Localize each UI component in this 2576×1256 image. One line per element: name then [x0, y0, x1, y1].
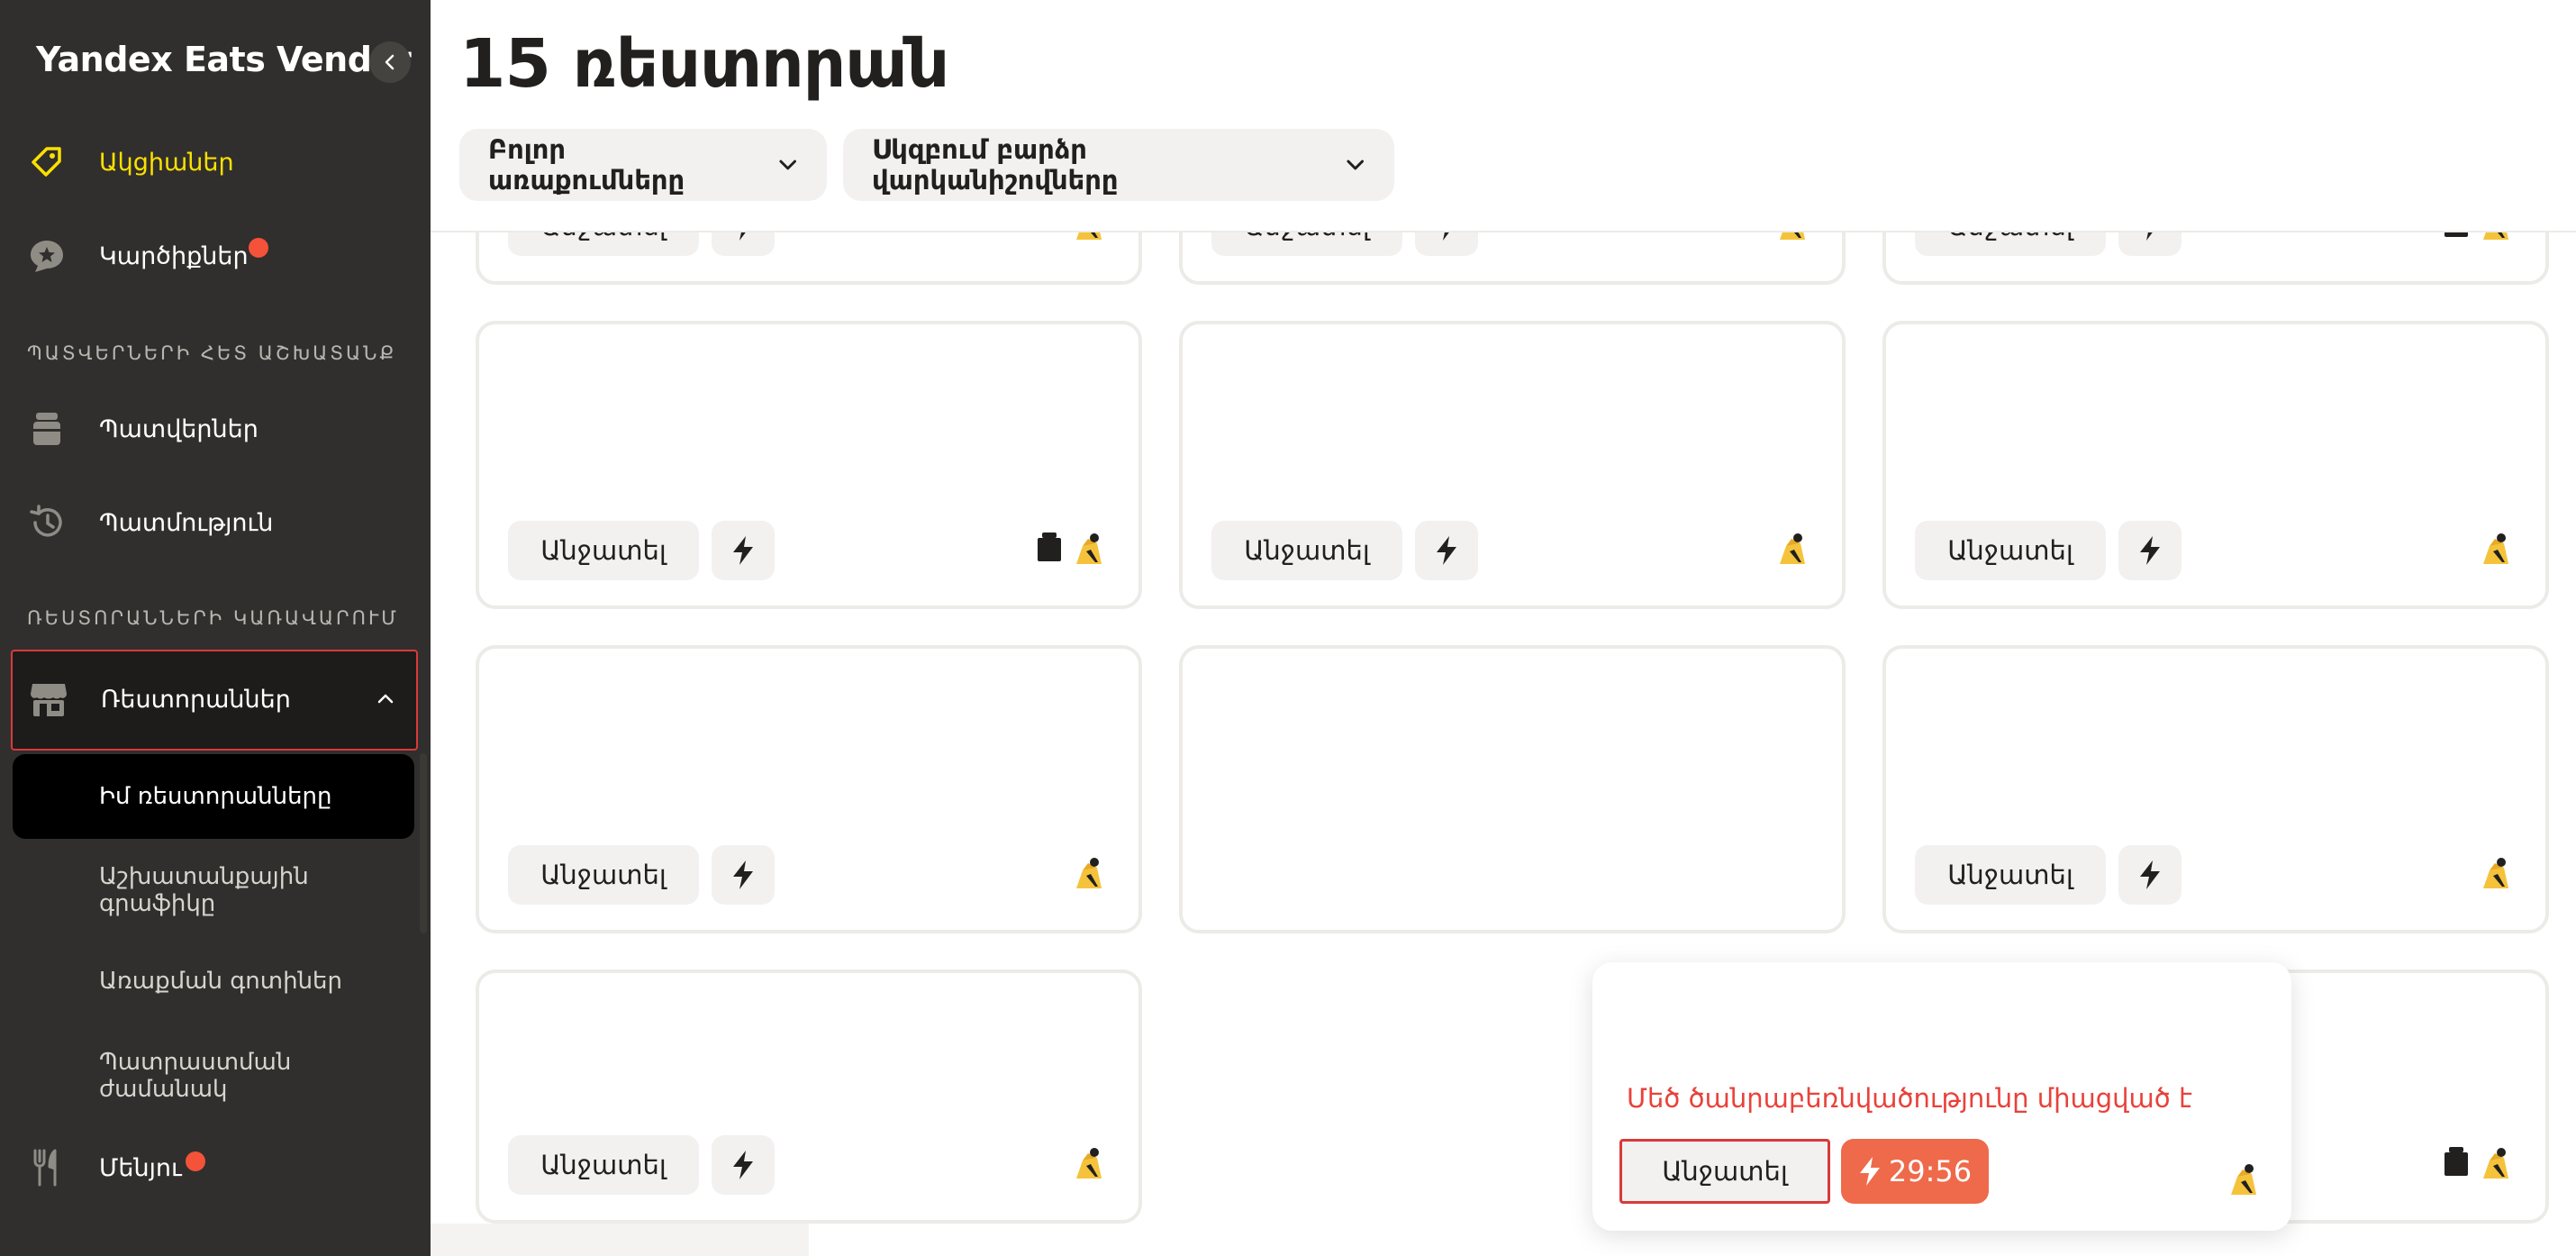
dropdown-label: Բոլոր առաքումները	[488, 134, 685, 196]
bag-icon	[2444, 1147, 2468, 1179]
chevron-down-icon	[779, 159, 796, 170]
restaurant-card[interactable]: Անջատել	[1179, 321, 1846, 609]
restaurant-card[interactable]	[1179, 645, 1846, 933]
sidebar-item-label: Պատմություն	[99, 508, 274, 537]
courier-icon	[2481, 532, 2513, 569]
high-load-button[interactable]	[712, 1135, 775, 1195]
bolt-icon	[2140, 860, 2160, 889]
sidebar-item-reviews[interactable]: Կարծիքներ	[0, 220, 431, 292]
collapse-sidebar-button[interactable]	[369, 41, 411, 83]
pause-button[interactable]: Անջատել	[1211, 521, 1402, 580]
delivery-filter-dropdown[interactable]: Բոլոր առաքումները	[459, 129, 827, 201]
courier-icon	[2228, 1162, 2261, 1200]
bolt-icon	[733, 860, 753, 889]
chevron-down-icon	[1346, 159, 1364, 170]
pause-button[interactable]: Անջատել	[508, 1135, 699, 1195]
high-load-button[interactable]	[2118, 521, 2181, 580]
dropdown-label: Սկզբում բարձր վարկանիշովները	[872, 134, 1119, 196]
clock-history-icon	[27, 505, 67, 541]
notification-dot	[249, 238, 268, 258]
pause-button[interactable]: Անջատել	[508, 845, 699, 905]
sidebar-item-label: Մենյու	[99, 1153, 182, 1182]
pause-button[interactable]: Անջատել	[508, 521, 699, 580]
bag-icon	[1038, 532, 1061, 565]
sidebar-item-menu[interactable]: Մենյու	[0, 1132, 431, 1204]
bolt-icon	[733, 536, 753, 565]
bolt-icon	[1437, 536, 1456, 565]
bolt-icon	[1859, 1157, 1880, 1186]
sidebar-subitem-prep-time[interactable]: Պատրաստման ժամանակ	[99, 1049, 396, 1103]
star-bubble-icon	[27, 238, 67, 274]
bottom-strip	[431, 1224, 809, 1256]
main-content: 15 ռեստորան Բոլոր առաքումները Սկզբում բա…	[431, 0, 2576, 1256]
restaurant-card-high-load[interactable]: Մեծ ծանրաբեռնվածությունը միացված է Անջատ…	[1592, 962, 2291, 1231]
notification-dot	[186, 1151, 205, 1171]
sidebar-scrollbar[interactable]	[420, 753, 427, 933]
sidebar-item-label: Պատվերներ	[99, 414, 259, 443]
page-title: 15 ռեստորան	[459, 25, 949, 103]
store-icon	[29, 680, 68, 722]
sidebar-item-orders[interactable]: Պատվերներ	[0, 393, 431, 465]
sidebar-item-label: Ակցիաներ	[99, 148, 234, 177]
pause-button[interactable]: Անջատել	[1619, 1139, 1830, 1204]
courier-icon	[1074, 856, 1106, 894]
sidebar: Yandex Eats Vendor Ակցիաներ Կարծիքներ ՊԱ…	[0, 0, 431, 1256]
chevron-up-icon	[376, 691, 395, 708]
bolt-icon	[733, 1151, 753, 1179]
restaurant-card[interactable]: Անջատել	[1882, 645, 2549, 933]
high-load-button[interactable]	[1415, 521, 1478, 580]
bag-icon	[27, 411, 67, 447]
tag-icon	[27, 144, 67, 180]
sidebar-subitem-schedule[interactable]: Աշխատանքային գրաֆիկը	[99, 863, 396, 917]
restaurant-card[interactable]: Անջատել	[476, 969, 1142, 1224]
high-load-warning: Մեծ ծանրաբեռնվածությունը միացված է	[1627, 1083, 2192, 1114]
sidebar-item-label: Իմ ռեստորանները	[99, 783, 332, 810]
courier-icon	[1074, 532, 1106, 569]
pause-button[interactable]: Անջատել	[1915, 845, 2106, 905]
restaurant-card[interactable]: Անջատել	[476, 321, 1142, 609]
sidebar-item-restaurants[interactable]: Ռեստորաններ	[11, 650, 418, 751]
section-label-restaurants: ՌԵՍՏՈՐԱՆՆԵՐԻ ԿԱՌԱՎԱՐՈՒՄ	[27, 607, 399, 629]
sidebar-item-history[interactable]: Պատմություն	[0, 487, 431, 559]
sidebar-item-label: Ռեստորաններ	[101, 686, 291, 714]
courier-icon	[1777, 532, 1810, 569]
high-load-button[interactable]	[2118, 845, 2181, 905]
sort-dropdown[interactable]: Սկզբում բարձր վարկանիշովները	[843, 129, 1394, 201]
section-label-orders: ՊԱՏՎԵՐՆԵՐԻ ՀԵՏ ԱՇԽԱՏԱՆՔ	[27, 342, 397, 364]
sidebar-subitem-delivery-zones[interactable]: Առաքման գոտիներ	[99, 968, 396, 995]
sidebar-item-promotions[interactable]: Ակցիաներ	[0, 126, 431, 198]
timer-value: 29:56	[1888, 1154, 1973, 1188]
brand-logo[interactable]: Yandex Eats Vendor	[36, 40, 412, 79]
high-load-button[interactable]	[712, 845, 775, 905]
restaurant-card[interactable]: Անջատել	[476, 645, 1142, 933]
high-load-button[interactable]	[712, 521, 775, 580]
sidebar-item-label: Կարծիքներ	[99, 241, 249, 270]
courier-icon	[2481, 856, 2513, 894]
courier-icon	[2481, 1146, 2513, 1184]
fork-knife-icon	[27, 1149, 67, 1187]
restaurant-card[interactable]: Անջատել	[1882, 321, 2549, 609]
sidebar-subitem-my-restaurants[interactable]: Իմ ռեստորանները	[13, 754, 414, 839]
courier-icon	[1074, 1146, 1106, 1184]
pause-button[interactable]: Անջատել	[1915, 521, 2106, 580]
bolt-icon	[2140, 536, 2160, 565]
chevron-left-icon	[385, 54, 395, 70]
high-load-timer-button[interactable]: 29:56	[1841, 1139, 1989, 1204]
page-header: 15 ռեստորան Բոլոր առաքումները Սկզբում բա…	[431, 0, 2576, 232]
